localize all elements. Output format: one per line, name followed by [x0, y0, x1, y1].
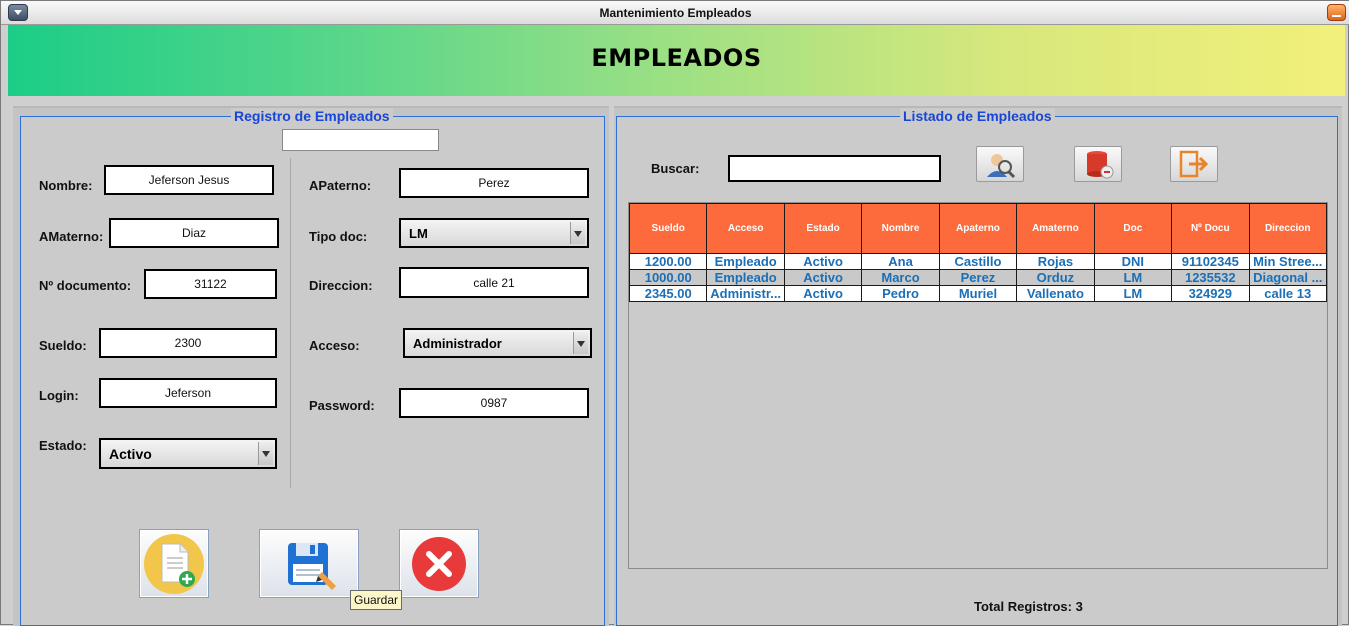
form-divider: [290, 158, 291, 488]
chevron-down-icon[interactable]: [570, 222, 585, 244]
tooltip: Guardar: [350, 590, 403, 610]
nombre-label: Nombre:: [39, 178, 93, 193]
header-banner: EMPLEADOS: [8, 25, 1345, 96]
table-cell: 1235532: [1171, 269, 1250, 286]
column-header[interactable]: Sueldo: [628, 203, 708, 254]
nombre-field[interactable]: Jeferson Jesus: [104, 165, 274, 195]
listado-panel-title: Listado de Empleados: [900, 108, 1055, 124]
column-header[interactable]: Apaterno: [938, 203, 1018, 254]
apaterno-field[interactable]: Perez: [399, 168, 589, 198]
password-field[interactable]: 0987: [399, 388, 589, 418]
table-cell: Perez: [938, 269, 1018, 286]
estado-label: Estado:: [39, 438, 87, 453]
guardar-button[interactable]: [259, 529, 359, 598]
estado-select[interactable]: Activo: [99, 438, 277, 469]
table-cell: Activo: [783, 269, 863, 286]
table-cell: DNI: [1093, 253, 1173, 270]
table-cell: Rojas: [1016, 253, 1095, 270]
documento-field[interactable]: 31122: [144, 269, 277, 299]
salir-button[interactable]: [1170, 146, 1218, 182]
id-field[interactable]: [282, 129, 439, 151]
column-header[interactable]: Nº Docu: [1171, 203, 1250, 254]
table-row[interactable]: 1000.00 Empleado Activo Marco Perez Orduz LM 12…: [628, 269, 1327, 286]
table-cell: 91102345: [1171, 253, 1250, 270]
total-registros: Total Registros: 3: [974, 599, 1083, 614]
cancelar-button[interactable]: [399, 529, 479, 598]
apaterno-label: APaterno:: [309, 178, 372, 193]
table-cell: 1000.00: [628, 269, 708, 286]
login-label: Login:: [39, 388, 79, 403]
table-cell: LM: [1093, 269, 1173, 286]
page-title: EMPLEADOS: [591, 44, 762, 72]
direccion-label: Direccion:: [309, 278, 373, 293]
empleados-table: Sueldo Acceso Estado Nombre Apaterno Amaterno…: [628, 203, 1327, 302]
buscar-label: Buscar:: [651, 161, 700, 176]
password-label: Password:: [309, 398, 375, 413]
table-cell: calle 13: [1248, 285, 1327, 302]
table-row[interactable]: 1200.00 Empleado Activo Ana Castillo Rojas DNI…: [628, 253, 1327, 270]
table-cell: Orduz: [1016, 269, 1095, 286]
table-header: Sueldo Acceso Estado Nombre Apaterno Amaterno…: [628, 203, 1327, 254]
table-cell: Activo: [783, 253, 863, 270]
documento-label: Nº documento:: [39, 278, 132, 293]
table-row[interactable]: 2345.00 Administr... Activo Pedro Muriel Vall…: [628, 285, 1327, 302]
title-bar: Mantenimiento Empleados: [1, 1, 1349, 25]
table-cell: LM: [1093, 285, 1173, 302]
sueldo-field[interactable]: 2300: [99, 328, 277, 358]
table-cell: 2345.00: [628, 285, 708, 302]
column-header[interactable]: Acceso: [706, 203, 785, 254]
table-cell: Castillo: [938, 253, 1018, 270]
acceso-label: Acceso:: [309, 338, 360, 353]
tipodoc-value: LM: [409, 225, 428, 241]
column-header[interactable]: Direccion: [1248, 203, 1327, 254]
table-cell: Diagonal ...: [1248, 269, 1327, 286]
acceso-value: Administrador: [413, 335, 502, 351]
table-cell: Pedro: [861, 285, 940, 302]
minimize-button[interactable]: [1327, 4, 1346, 21]
acceso-select[interactable]: Administrador: [403, 328, 592, 358]
database-delete-icon: [1087, 151, 1114, 179]
tipodoc-select[interactable]: LM: [399, 218, 589, 248]
app-window: Mantenimiento Empleados EMPLEADOS Regist…: [0, 0, 1349, 626]
column-header[interactable]: Estado: [783, 203, 863, 254]
amaterno-label: AMaterno:: [39, 229, 104, 244]
nuevo-button[interactable]: [139, 529, 209, 598]
direccion-field[interactable]: calle 21: [399, 267, 589, 298]
window-title: Mantenimiento Empleados: [599, 6, 752, 20]
table-cell: Min Stree...: [1248, 253, 1327, 270]
table-cell: Muriel: [938, 285, 1018, 302]
user-search-icon: [987, 154, 1016, 179]
column-header[interactable]: Doc: [1093, 203, 1173, 254]
buscar-button[interactable]: [976, 146, 1024, 182]
table-cell: Vallenato: [1016, 285, 1095, 302]
table-cell: 1200.00: [628, 253, 708, 270]
column-header[interactable]: Amaterno: [1016, 203, 1095, 254]
table-cell: Administr...: [706, 285, 785, 302]
login-field[interactable]: Jeferson: [99, 378, 277, 408]
buscar-input[interactable]: [728, 155, 941, 182]
new-document-icon: [144, 534, 204, 594]
table-cell: Activo: [783, 285, 863, 302]
registro-panel-title: Registro de Empleados: [231, 108, 393, 124]
sueldo-label: Sueldo:: [39, 338, 87, 353]
close-icon: [412, 537, 466, 591]
exit-icon: [1179, 150, 1209, 178]
table-body: 1200.00 Empleado Activo Ana Castillo Rojas DNI…: [628, 253, 1327, 302]
estado-value: Activo: [109, 445, 152, 462]
chevron-down-icon[interactable]: [258, 442, 273, 465]
amaterno-field[interactable]: Diaz: [109, 218, 279, 248]
tipodoc-label: Tipo doc:: [309, 229, 368, 244]
table-cell: Empleado: [706, 269, 785, 286]
column-header[interactable]: Nombre: [861, 203, 940, 254]
table-cell: 324929: [1171, 285, 1250, 302]
table-cell: Marco: [861, 269, 940, 286]
chevron-down-icon[interactable]: [573, 332, 588, 354]
eliminar-button[interactable]: [1074, 146, 1122, 182]
table-cell: Ana: [861, 253, 940, 270]
save-floppy-icon: [288, 543, 336, 590]
table-cell: Empleado: [706, 253, 785, 270]
